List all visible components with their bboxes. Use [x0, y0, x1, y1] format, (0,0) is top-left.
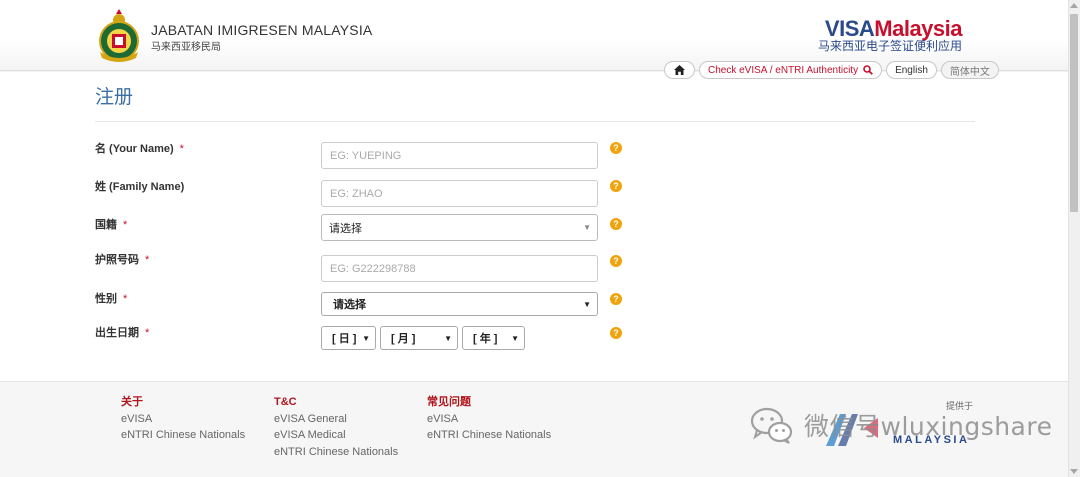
dob-year-select[interactable]: [ 年 ] ▼ [462, 326, 525, 350]
top-nav: Check eVISA / eNTRI Authenticity English… [664, 61, 999, 79]
page-title: 注册 [95, 87, 134, 108]
required-marker: * [123, 219, 128, 231]
nationality-label-text: 国籍 [95, 219, 117, 231]
chevron-down-icon: ▼ [511, 333, 519, 343]
footer-col-about: 关于 eVISA eNTRI Chinese Nationals [121, 394, 245, 444]
family-name-placeholder: EG: ZHAO [330, 187, 383, 200]
scroll-down-arrow-icon[interactable] [1070, 469, 1078, 474]
given-name-input[interactable]: EG: YUEPING [321, 142, 598, 169]
help-icon[interactable]: ? [610, 180, 622, 192]
org-subtitle: 马来西亚移民局 [151, 42, 221, 53]
footer-link[interactable]: eNTRI Chinese Nationals [121, 427, 245, 444]
help-icon[interactable]: ? [610, 255, 622, 267]
given-name-placeholder: EG: YUEPING [330, 149, 402, 162]
family-name-label: 姓 (Family Name) [95, 181, 185, 193]
nationality-select[interactable]: 请选择 ▼ [321, 214, 598, 241]
footer-link[interactable]: eVISA General [274, 411, 398, 428]
footer-heading: 常见问题 [427, 396, 471, 408]
dob-day-value: [ 日 ] [332, 333, 357, 345]
family-name-input[interactable]: EG: ZHAO [321, 180, 598, 207]
dob-month-select[interactable]: [ 月 ] ▼ [380, 326, 458, 350]
nationality-selected: 请选择 [329, 222, 362, 235]
check-authenticity-button[interactable]: Check eVISA / eNTRI Authenticity [699, 61, 883, 79]
help-icon[interactable]: ? [610, 218, 622, 230]
dob-day-select[interactable]: [ 日 ] ▼ [321, 326, 376, 350]
gender-label: 性别 * [95, 290, 127, 306]
footer-col-faq: 常见问题 eVISA eNTRI Chinese Nationals [427, 394, 551, 444]
required-marker: * [179, 143, 184, 155]
lang-english-button[interactable]: English [886, 61, 937, 79]
wechat-watermark: 微信号wluxingshare [750, 405, 1053, 445]
home-button[interactable] [664, 61, 695, 79]
dob-label: 出生日期 * [95, 324, 149, 340]
footer-link[interactable]: eVISA [427, 411, 551, 428]
immigration-crest-logo[interactable] [94, 8, 144, 64]
help-icon[interactable]: ? [610, 142, 622, 154]
dob-year-value: [ 年 ] [473, 333, 498, 345]
nationality-label: 国籍 * [95, 216, 127, 232]
chevron-down-icon: ▼ [583, 223, 591, 232]
passport-placeholder: EG: G222298788 [330, 262, 416, 275]
wechat-icon [750, 407, 793, 444]
gender-selected: 请选择 [333, 299, 366, 311]
vertical-scrollbar[interactable] [1068, 0, 1080, 477]
footer-link[interactable]: eVISA [121, 411, 245, 428]
help-icon[interactable]: ? [610, 293, 622, 305]
brand-subtitle: 马来西亚电子签证便利应用 [817, 39, 962, 53]
check-authenticity-label: Check eVISA / eNTRI Authenticity [708, 64, 859, 76]
chevron-down-icon: ▼ [444, 333, 452, 343]
required-marker: * [145, 327, 150, 339]
footer-link[interactable]: eVISA Medical [274, 427, 398, 444]
required-marker: * [123, 293, 128, 305]
watermark-text: 微信号wluxingshare [804, 412, 1053, 441]
given-name-label: 名 (Your Name) * [95, 140, 184, 156]
footer-col-tc: T&C eVISA General eVISA Medical eNTRI Ch… [274, 394, 398, 460]
search-icon [863, 65, 874, 75]
footer-heading: 关于 [121, 396, 143, 408]
footer-link[interactable]: eNTRI Chinese Nationals [274, 444, 398, 461]
org-title: JABATAN IMIGRESEN MALAYSIA [151, 22, 373, 38]
chevron-down-icon: ▼ [362, 333, 370, 343]
lang-chinese-button[interactable]: 简体中文 [940, 61, 999, 79]
required-marker: * [145, 254, 150, 266]
dob-label-text: 出生日期 [95, 327, 139, 339]
gender-label-text: 性别 [95, 293, 117, 305]
footer-heading: T&C [274, 396, 297, 408]
passport-label: 护照号码 * [95, 251, 149, 267]
given-name-label-text: 名 (Your Name) [95, 143, 174, 155]
gender-select[interactable]: 请选择 ▼ [321, 292, 598, 316]
passport-input[interactable]: EG: G222298788 [321, 255, 598, 282]
chevron-down-icon: ▼ [583, 299, 591, 309]
footer-link[interactable]: eNTRI Chinese Nationals [427, 427, 551, 444]
scroll-up-arrow-icon[interactable] [1070, 3, 1078, 8]
passport-label-text: 护照号码 [95, 254, 139, 266]
help-icon[interactable]: ? [610, 327, 622, 339]
dob-month-value: [ 月 ] [391, 333, 416, 345]
scroll-thumb[interactable] [1070, 14, 1078, 212]
home-icon [674, 65, 685, 75]
title-divider [95, 121, 975, 122]
